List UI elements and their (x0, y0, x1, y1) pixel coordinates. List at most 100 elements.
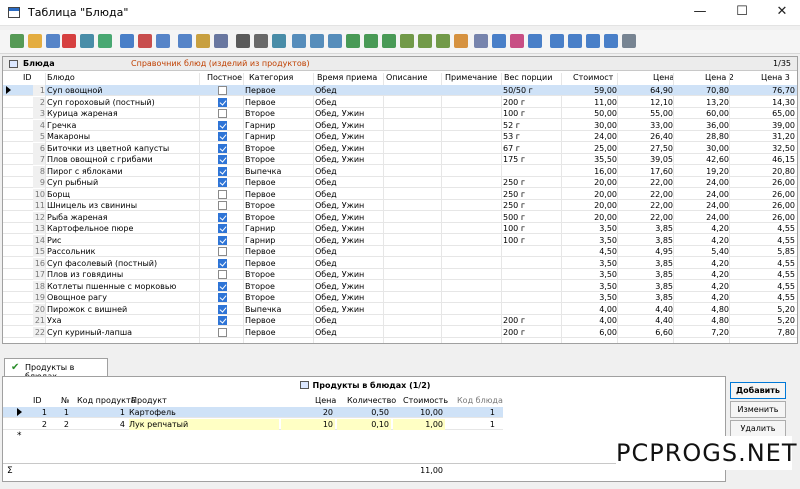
tab-products-in-dishes[interactable]: ✔ Продукты в блюдах (4, 358, 108, 381)
refresh-icon[interactable] (98, 34, 112, 48)
column-header-price[interactable]: Цена (653, 73, 673, 85)
column-header-price2[interactable]: Цена 2 (705, 73, 735, 85)
lent-checkbox[interactable] (218, 143, 227, 153)
find-icon[interactable] (236, 34, 250, 48)
close-button[interactable]: ✕ (762, 0, 800, 26)
table-row[interactable]: 17 Плов из говядины Второе Обед, Ужин 3,50 3,… (3, 269, 797, 280)
export-5-icon[interactable] (364, 34, 378, 48)
export-8-icon[interactable] (418, 34, 432, 48)
sub-column-header-price[interactable]: Цена (315, 396, 336, 406)
lent-checkbox[interactable] (218, 120, 227, 130)
lent-checkbox[interactable] (218, 155, 227, 164)
new-row-indicator[interactable]: * (17, 431, 22, 441)
sub-column-header-code[interactable]: Код продукта (77, 396, 136, 406)
table-row[interactable]: 8 Пирог с яблоками Выпечка Обед 16,00 17,60 19… (3, 165, 797, 177)
sub-column-header-id[interactable]: ID (33, 396, 42, 406)
lent-checkbox[interactable] (218, 281, 227, 291)
lent-checkbox[interactable] (218, 235, 227, 245)
table-row[interactable]: 2 2 4 Лук репчатый 10 0,10 1,00 1 (3, 419, 503, 430)
column-header-desc[interactable]: Описание (386, 73, 440, 85)
table-row[interactable]: 13 Картофельное пюре Гарнир Обед, Ужин 100 г… (3, 223, 797, 234)
column-header-category[interactable]: Категория (249, 73, 309, 85)
column-header-portion[interactable]: Вес порции (504, 73, 560, 85)
dishes-grid[interactable]: Блюда Справочник блюд (изделий из продук… (2, 56, 798, 344)
lent-checkbox[interactable] (218, 304, 227, 314)
lent-checkbox[interactable] (218, 224, 227, 233)
add-button[interactable]: Добавить (730, 382, 786, 399)
table-row[interactable]: 11 Шницель из свинины Второе Обед, Ужин 250 … (3, 200, 797, 211)
table-icon[interactable] (510, 34, 524, 48)
export-3-icon[interactable] (328, 34, 342, 48)
column-header-time[interactable]: Время приема (317, 73, 383, 85)
lent-checkbox[interactable] (218, 97, 227, 107)
column-header-price3[interactable]: Цена 3 (761, 73, 797, 85)
column-header-id[interactable]: ID (23, 73, 43, 85)
table-row[interactable]: 14 Рис Гарнир Обед, Ужин 100 г 3,50 3,85 4,20 4,… (3, 234, 797, 246)
column-header-lent[interactable]: Постное (207, 73, 243, 85)
column-header-cost[interactable]: Стоимость (573, 73, 613, 85)
table-row[interactable]: 1 Суп овощной Первое Обед 50/50 г 59,00 64,90 7… (3, 85, 797, 96)
export-9-icon[interactable] (436, 34, 450, 48)
sub-column-header-qty[interactable]: Количество (347, 396, 396, 406)
lent-checkbox[interactable] (218, 316, 227, 325)
lent-checkbox[interactable] (218, 178, 227, 187)
table-row[interactable]: 18 Котлеты пшенные с морковью Второе Обед, … (3, 280, 797, 292)
save-icon[interactable] (80, 34, 94, 48)
lent-checkbox[interactable] (218, 270, 227, 279)
next-icon[interactable] (586, 34, 600, 48)
sub-column-header-product[interactable]: Продукт (131, 396, 167, 406)
table-row[interactable]: 9 Суп рыбный Первое Обед 250 г 20,00 22,00 24,0… (3, 177, 797, 188)
settings-icon[interactable] (492, 34, 506, 48)
column-header-note[interactable]: Примечание (445, 73, 503, 85)
table-row[interactable]: 19 Овощное рагу Второе Обед, Ужин 3,50 3,85 4,… (3, 292, 797, 303)
filter-icon[interactable] (120, 34, 134, 48)
table-row[interactable]: 12 Рыба жареная Второе Обед, Ужин 500 г 20,00… (3, 211, 797, 223)
minimize-button[interactable]: — (680, 0, 720, 26)
table-row[interactable]: 20 Пирожок с вишней Выпечка Обед, Ужин 4,00 4… (3, 303, 797, 315)
lent-checkbox[interactable] (218, 166, 227, 176)
delete-icon[interactable] (62, 34, 76, 48)
table-row[interactable]: 4 Гречка Гарнир Обед, Ужин 52 г 30,00 33,00 36,… (3, 119, 797, 131)
preview-icon[interactable] (272, 34, 286, 48)
edit-button[interactable]: Изменить (730, 401, 786, 418)
export-6-icon[interactable] (382, 34, 396, 48)
filter-clear-icon[interactable] (138, 34, 152, 48)
maximize-button[interactable]: ☐ (722, 0, 762, 26)
filter-2-icon[interactable] (178, 34, 192, 48)
export-4-icon[interactable] (346, 34, 360, 48)
lent-checkbox[interactable] (218, 327, 227, 337)
table-row[interactable]: 3 Курица жареная Второе Обед, Ужин 100 г 50,0… (3, 108, 797, 119)
copy-icon[interactable] (46, 34, 60, 48)
export-2-icon[interactable] (310, 34, 324, 48)
table-row[interactable]: 22 Суп куриный-лапша Первое Обед 200 г 6,00 6,… (3, 326, 797, 338)
table-row[interactable]: 6 Биточки из цветной капусты Второе Обед, У… (3, 142, 797, 154)
chart-icon[interactable] (454, 34, 468, 48)
calendar-icon[interactable] (528, 34, 542, 48)
filter-edit-icon[interactable] (156, 34, 170, 48)
table-row[interactable]: 5 Макароны Гарнир Обед, Ужин 53 г 24,00 26,40 2… (3, 131, 797, 142)
sql-icon[interactable] (214, 34, 228, 48)
table-row[interactable]: 21 Уха Первое Обед 200 г 4,00 4,40 4,80 5,20 (3, 315, 797, 326)
delete-button[interactable]: Удалить (730, 420, 786, 437)
lent-checkbox[interactable] (218, 189, 227, 199)
music-icon[interactable] (474, 34, 488, 48)
table-row[interactable]: 7 Плов овощной с грибами Второе Обед, Ужин 1… (3, 154, 797, 165)
last-icon[interactable] (604, 34, 618, 48)
card-icon[interactable] (622, 34, 636, 48)
lent-checkbox[interactable] (218, 132, 227, 141)
export-1-icon[interactable] (292, 34, 306, 48)
lent-checkbox[interactable] (218, 212, 227, 222)
prev-icon[interactable] (568, 34, 582, 48)
table-row[interactable]: 2 Суп гороховый (постный) Первое Обед 200 г 1… (3, 96, 797, 108)
sub-column-header-n[interactable]: № (61, 396, 69, 406)
table-row[interactable]: 15 Рассольник Первое Обед 4,50 4,95 5,40 5,85 (3, 246, 797, 257)
edit-icon[interactable] (28, 34, 42, 48)
table-row[interactable]: 1 1 1 Картофель 20 0,50 10,00 1 (3, 407, 503, 418)
table-row[interactable]: 16 Суп фасолевый (постный) Первое Обед 3,50 3… (3, 257, 797, 269)
sub-column-header-cost[interactable]: Стоимость (403, 396, 448, 406)
sub-column-header-dish[interactable]: Код блюда (457, 396, 503, 406)
print-icon[interactable] (254, 34, 268, 48)
lent-checkbox[interactable] (218, 258, 227, 268)
column-header-name[interactable]: Блюдо (47, 73, 107, 85)
lent-checkbox[interactable] (218, 109, 227, 118)
